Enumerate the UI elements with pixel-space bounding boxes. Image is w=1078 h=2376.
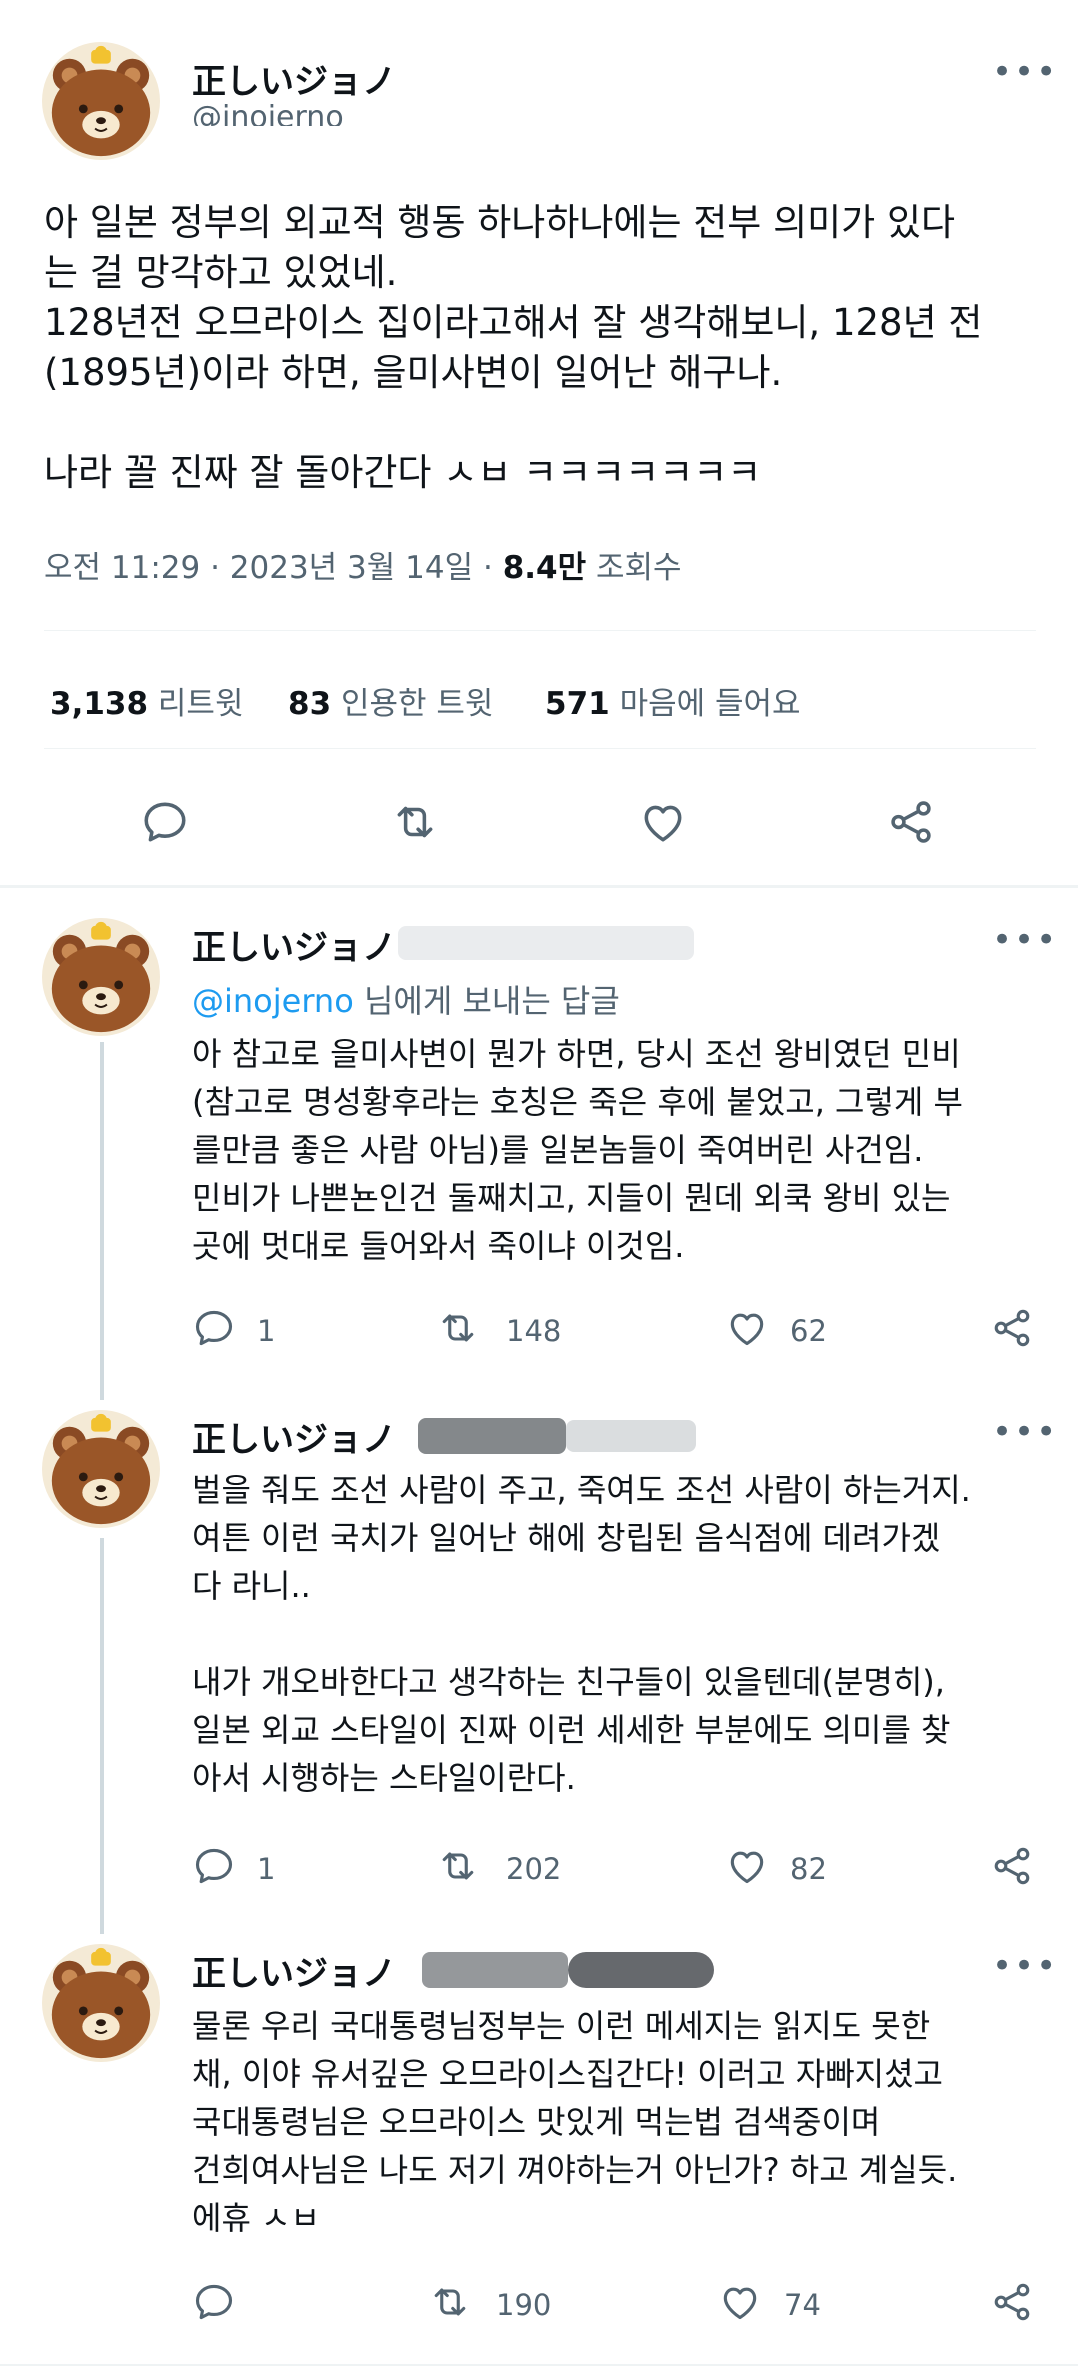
reply-text: 아 참고로 을미사변이 뭔가 하면, 당시 조선 왕비였던 민비 (참고로 명성… xyxy=(192,1035,963,1265)
like-count: 62 xyxy=(790,1314,827,1348)
thread-line xyxy=(100,1042,104,1400)
reply-text: 물론 우리 국대통령님정부는 이런 메세지는 읽지도 못한 채, 이야 유서깊은… xyxy=(192,2007,958,2237)
bear-avatar-image xyxy=(42,42,160,160)
quotes-label: 인용한 트윗 xyxy=(331,686,494,722)
avatar[interactable] xyxy=(42,1944,160,2062)
author-name[interactable]: 正しいジョノ xyxy=(192,920,396,969)
heart-icon[interactable] xyxy=(638,797,688,847)
author-name[interactable]: 正しいジョノ xyxy=(192,54,396,103)
retweet-count: 202 xyxy=(506,1852,562,1886)
reply-count: 1 xyxy=(257,1852,276,1886)
heart-icon[interactable] xyxy=(725,1844,769,1888)
tweet-text: 아 일본 정부의 외교적 행동 하나하나에는 전부 의미가 있다 는 걸 망각하… xyxy=(44,201,983,494)
heart-icon[interactable] xyxy=(725,1306,769,1350)
avatar[interactable] xyxy=(42,42,160,160)
views-label: 조회수 xyxy=(586,550,682,586)
bear-avatar-image xyxy=(42,1410,160,1528)
reply-icon[interactable] xyxy=(192,2280,236,2324)
redacted-handle xyxy=(422,1952,568,1988)
retweet-icon[interactable] xyxy=(390,797,440,847)
more-dots-icon[interactable]: ••• xyxy=(992,920,1058,960)
retweet-icon[interactable] xyxy=(428,2280,472,2324)
quotes-stat[interactable]: 83 인용한 트윗 xyxy=(288,678,493,723)
more-dots-icon[interactable]: ••• xyxy=(992,1946,1058,1986)
section-separator xyxy=(0,885,1078,888)
reply-count: 1 xyxy=(257,1314,276,1348)
likes-stat[interactable]: 571 마음에 들어요 xyxy=(545,678,801,723)
retweet-icon[interactable] xyxy=(436,1306,480,1350)
thread-line xyxy=(100,1538,104,1934)
replying-to-suffix: 님에게 보내는 답글 xyxy=(353,982,620,1020)
divider xyxy=(44,748,1036,749)
retweets-label: 리트윗 xyxy=(148,686,244,722)
share-icon[interactable] xyxy=(990,1844,1034,1888)
avatar[interactable] xyxy=(42,918,160,1036)
quotes-count: 83 xyxy=(288,686,332,722)
tweet-meta: 오전 11:29 · 2023년 3월 14일 · 8.4만 조회수 xyxy=(44,542,682,587)
like-count: 74 xyxy=(784,2288,821,2322)
reply-icon[interactable] xyxy=(192,1844,236,1888)
redacted-handle xyxy=(566,1420,696,1452)
more-dots-icon[interactable]: ••• xyxy=(992,1412,1058,1452)
avatar[interactable] xyxy=(42,1410,160,1528)
more-dots-icon[interactable]: ••• xyxy=(992,52,1058,92)
reply-text: 벌을 줘도 조선 사람이 주고, 죽여도 조선 사람이 하는거지. 여튼 이런 … xyxy=(192,1471,971,1797)
share-icon[interactable] xyxy=(990,2280,1034,2324)
author-handle[interactable]: @inojerno xyxy=(192,100,344,126)
like-count: 82 xyxy=(790,1852,827,1886)
redacted-handle xyxy=(418,1418,566,1454)
author-name[interactable]: 正しいジョノ xyxy=(192,1412,396,1461)
share-icon[interactable] xyxy=(886,797,936,847)
likes-label: 마음에 들어요 xyxy=(609,686,801,722)
retweets-count: 3,138 xyxy=(50,686,149,722)
replying-to: @inojerno 님에게 보내는 답글 xyxy=(192,976,620,1022)
redacted-handle xyxy=(398,926,694,960)
bear-avatar-image xyxy=(42,918,160,1036)
views-count: 8.4만 xyxy=(502,550,587,586)
section-separator xyxy=(0,2364,1078,2366)
replying-to-handle[interactable]: @inojerno xyxy=(192,982,354,1020)
retweet-count: 190 xyxy=(496,2288,552,2322)
retweet-icon[interactable] xyxy=(436,1844,480,1888)
retweets-stat[interactable]: 3,138 리트윗 xyxy=(50,678,243,723)
bear-avatar-image xyxy=(42,1944,160,2062)
heart-icon[interactable] xyxy=(718,2280,762,2324)
redacted-handle xyxy=(568,1952,714,1988)
tweet-time[interactable]: 오전 11:29 · 2023년 3월 14일 · xyxy=(44,550,503,586)
retweet-count: 148 xyxy=(506,1314,562,1348)
share-icon[interactable] xyxy=(990,1306,1034,1350)
reply-icon[interactable] xyxy=(140,797,190,847)
reply-icon[interactable] xyxy=(192,1306,236,1350)
divider xyxy=(44,630,1036,631)
author-name[interactable]: 正しいジョノ xyxy=(192,1946,396,1995)
likes-count: 571 xyxy=(545,686,610,722)
